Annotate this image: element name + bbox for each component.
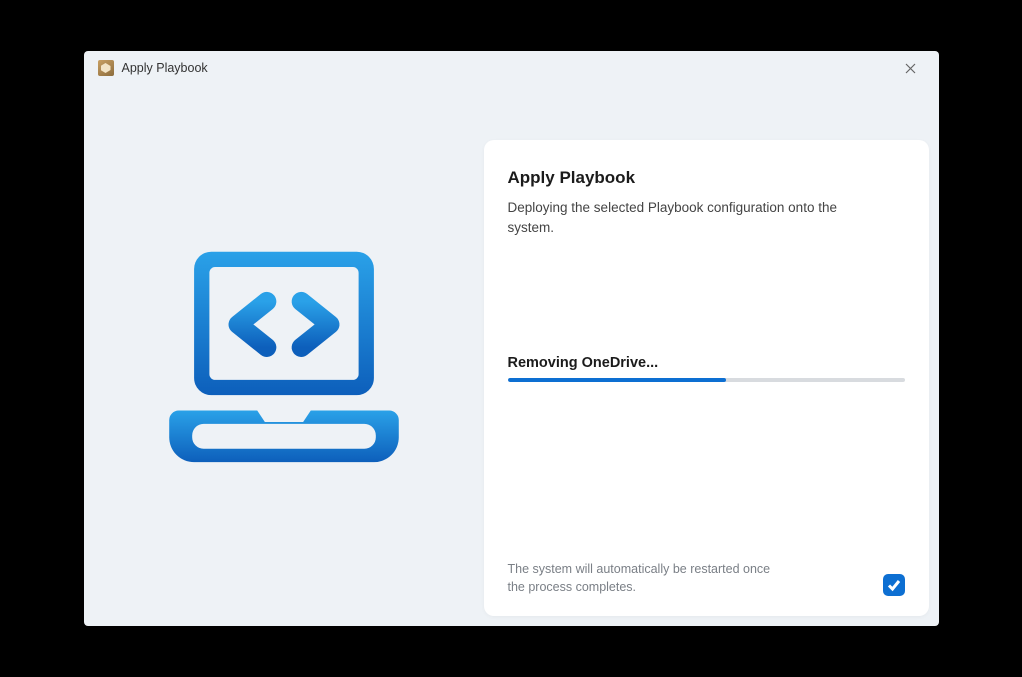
- close-button[interactable]: [891, 54, 931, 82]
- content-area: Apply Playbook Deploying the selected Pl…: [84, 85, 939, 626]
- titlebar: Apply Playbook: [84, 51, 939, 85]
- progress-panel: Apply Playbook Deploying the selected Pl…: [484, 140, 929, 616]
- restart-note: The system will automatically be restart…: [508, 560, 778, 596]
- illustration-pane: [84, 85, 484, 626]
- progress-block: Removing OneDrive...: [508, 355, 905, 382]
- panel-heading: Apply Playbook: [508, 168, 905, 188]
- restart-checkbox[interactable]: [883, 574, 905, 596]
- app-window: Apply Playbook: [84, 51, 939, 626]
- panel-footer: The system will automatically be restart…: [508, 560, 905, 596]
- panel-subtitle: Deploying the selected Playbook configur…: [508, 198, 848, 237]
- progress-bar: [508, 378, 905, 382]
- laptop-code-icon: [169, 246, 399, 466]
- close-icon: [905, 63, 916, 74]
- window-title: Apply Playbook: [122, 61, 208, 75]
- app-icon: [98, 60, 114, 76]
- status-text: Removing OneDrive...: [508, 355, 905, 371]
- check-icon: [887, 578, 901, 592]
- progress-fill: [508, 378, 726, 382]
